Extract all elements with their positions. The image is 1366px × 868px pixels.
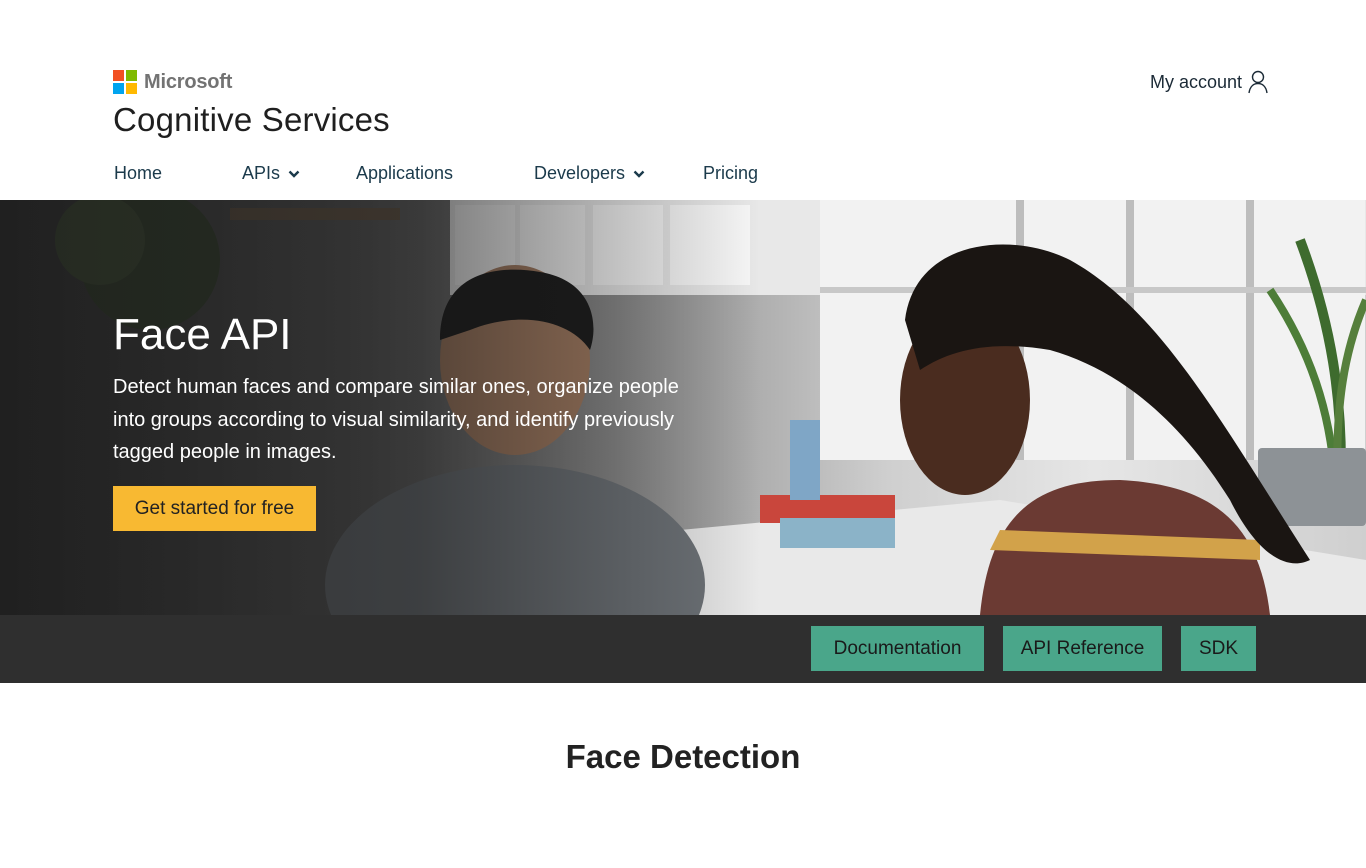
nav-label: APIs xyxy=(242,163,281,183)
hero-title: Face API xyxy=(113,310,292,359)
hero-banner: Face API Detect human faces and compare … xyxy=(0,200,1366,615)
nav-item-apis[interactable]: APIs xyxy=(242,163,300,184)
nav-item-pricing[interactable]: Pricing xyxy=(703,163,758,184)
nav-label: Applications xyxy=(356,163,454,183)
nav-label: Developers xyxy=(534,163,626,183)
chevron-down-icon xyxy=(288,170,300,178)
section-title: Face Detection xyxy=(565,738,801,775)
resource-bar: Documentation API Reference SDK xyxy=(0,615,1366,683)
nav-label: Pricing xyxy=(703,163,759,183)
microsoft-logo[interactable]: Microsoft xyxy=(113,70,232,94)
nav-label: Home xyxy=(114,163,163,183)
nav-item-developers[interactable]: Developers xyxy=(534,163,645,184)
my-account-link[interactable]: My account xyxy=(1150,70,1268,94)
api-reference-button[interactable]: API Reference xyxy=(1003,626,1162,671)
site-header: Microsoft Cognitive Services My account … xyxy=(0,0,1366,200)
sdk-button[interactable]: SDK xyxy=(1181,626,1256,671)
hero-description: Detect human faces and compare similar o… xyxy=(113,376,679,463)
nav-item-home[interactable]: Home xyxy=(114,163,162,184)
documentation-button[interactable]: Documentation xyxy=(811,626,984,671)
user-icon xyxy=(1248,70,1268,94)
chevron-down-icon xyxy=(633,170,645,178)
microsoft-logo-icon xyxy=(113,70,137,94)
product-title[interactable]: Cognitive Services xyxy=(113,101,390,139)
get-started-button[interactable]: Get started for free xyxy=(113,486,316,531)
account-label: My account xyxy=(1149,71,1242,92)
brand-name: Microsoft xyxy=(144,70,233,93)
nav-item-applications[interactable]: Applications xyxy=(356,163,453,184)
